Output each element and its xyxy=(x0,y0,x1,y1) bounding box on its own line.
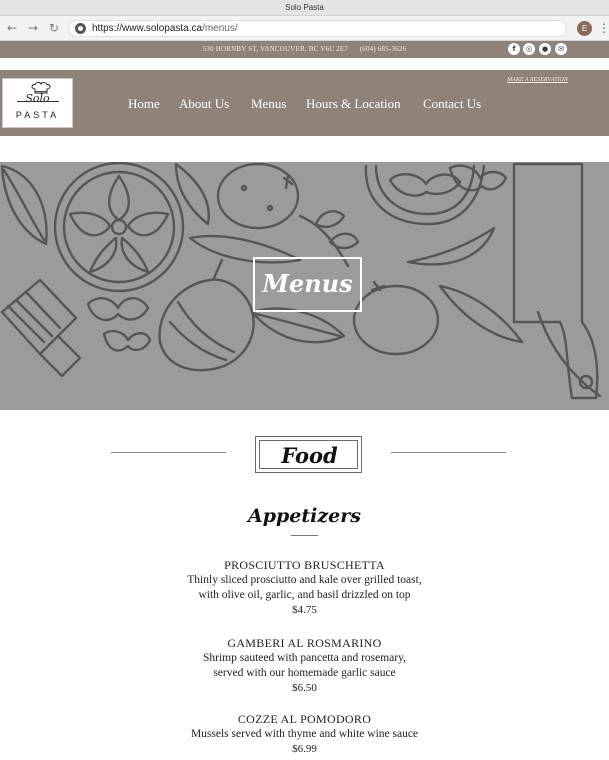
menu-item-name: PROSCIUTTO BRUSCHETTA xyxy=(224,558,385,572)
nav-home[interactable]: Home xyxy=(128,95,160,113)
menu-item-description: Thinly sliced prosciutto and kale over g… xyxy=(187,574,422,586)
divider-right xyxy=(391,452,506,453)
hero-banner: Menus xyxy=(0,162,609,410)
email-glyph: ✉ xyxy=(558,45,564,53)
address-bar[interactable]: https://www.solopasta.ca/menus/ xyxy=(68,20,567,37)
hero-title-frame: Menus xyxy=(253,257,362,312)
make-reservation-link[interactable]: MAKE A RESERVATION xyxy=(490,76,585,85)
logo[interactable]: Solo PASTA xyxy=(2,78,73,128)
spacer xyxy=(0,136,609,162)
logo-divider xyxy=(17,101,59,102)
nav-about-us[interactable]: About Us xyxy=(179,95,229,113)
menu-item-description: with olive oil, garlic, and basil drizzl… xyxy=(198,589,411,601)
logo-script: Solo xyxy=(25,92,50,105)
back-arrow-icon[interactable]: ← xyxy=(4,20,20,36)
spacer xyxy=(0,58,609,70)
divider-left xyxy=(111,452,226,453)
section-title-appetizers: Appetizers xyxy=(248,505,361,527)
profile-avatar[interactable]: E xyxy=(577,21,592,36)
instagram-icon[interactable]: ◎ xyxy=(523,43,535,55)
window-title-bar: Solo Pasta xyxy=(0,0,609,16)
menu-item: PROSCIUTTO BRUSCHETTA Thinly sliced pros… xyxy=(0,558,609,617)
url-host: https://www.solopasta.ca xyxy=(92,23,203,34)
menu-item-description: Mussels served with thyme and white wine… xyxy=(190,728,419,740)
site-info-icon[interactable] xyxy=(75,23,86,34)
menu-item-description: Shrimp sauteed with pancetta and rosemar… xyxy=(203,652,406,664)
nav-hours-location[interactable]: Hours & Location xyxy=(306,95,401,113)
more-menu-icon[interactable]: ⋮ xyxy=(598,20,609,36)
url-path: /menus/ xyxy=(202,23,238,34)
food-heading-frame: Food xyxy=(255,436,362,473)
browser-toolbar: ← → ↻ https://www.solopasta.ca/menus/ E … xyxy=(0,16,609,41)
contact-info-bar: 530 HORNBY ST, VANCOUVER, BC V6C 2E7 (60… xyxy=(0,41,609,58)
menu-item: GAMBERI AL ROSMARINO Shrimp sauteed with… xyxy=(0,636,609,695)
menu-item-name: GAMBERI AL ROSMARINO xyxy=(227,636,382,650)
menu-item-description: served with our homemade garlic sauce xyxy=(213,667,396,679)
food-heading: Food xyxy=(281,443,338,468)
reload-icon[interactable]: ↻ xyxy=(46,20,62,36)
logo-wordmark: PASTA xyxy=(15,110,60,120)
tripadvisor-icon[interactable]: ● xyxy=(539,43,551,55)
menu-item-price: $6.99 xyxy=(292,743,317,755)
email-icon[interactable]: ✉ xyxy=(555,43,567,55)
menu-item: COZZE AL POMODORO Mussels served with th… xyxy=(0,712,609,756)
window-title: Solo Pasta xyxy=(285,3,324,12)
facebook-icon[interactable]: f xyxy=(508,43,520,55)
forward-arrow-icon[interactable]: → xyxy=(25,20,41,36)
menu-item-price: $4.75 xyxy=(292,604,317,616)
menu-item-name: COZZE AL POMODORO xyxy=(237,712,372,726)
url-text[interactable]: https://www.solopasta.ca/menus/ xyxy=(92,21,238,37)
facebook-glyph: f xyxy=(512,45,516,53)
tripadvisor-glyph: ● xyxy=(541,45,549,53)
menu-item-price: $6.50 xyxy=(292,682,317,694)
instagram-glyph: ◎ xyxy=(525,45,533,53)
section-divider xyxy=(291,535,318,536)
nav-menus[interactable]: Menus xyxy=(251,95,286,113)
food-heading-inner-frame: Food xyxy=(259,440,358,469)
site-header: Solo PASTA MAKE A RESERVATION Home About… xyxy=(0,70,609,136)
hero-title: Menus xyxy=(262,269,353,298)
nav-contact-us[interactable]: Contact Us xyxy=(423,95,481,113)
